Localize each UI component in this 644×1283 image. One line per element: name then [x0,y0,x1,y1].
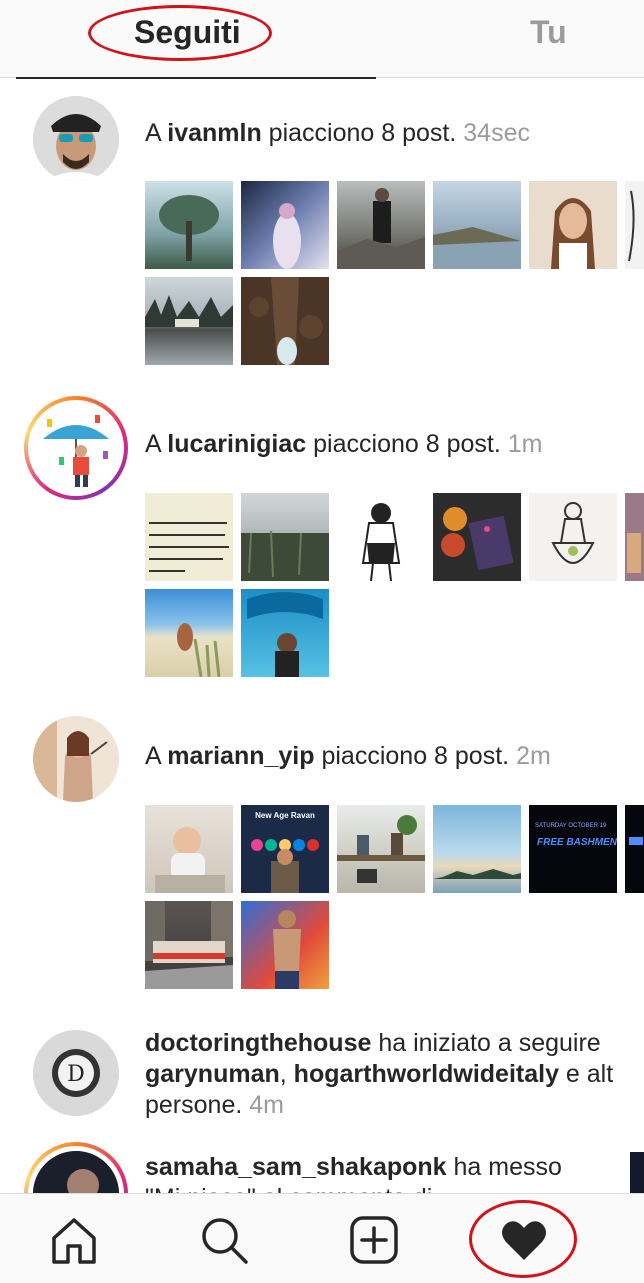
post-thumbnail[interactable] [337,805,425,893]
post-thumbnail[interactable] [145,181,233,269]
post-thumbnail[interactable] [145,589,233,677]
timestamp: 4m [249,1091,284,1119]
nav-home[interactable] [46,1212,102,1268]
liked-posts [145,493,644,677]
post-thumbnail[interactable] [241,901,329,989]
post-thumbnail[interactable] [241,277,329,365]
post-thumbnail[interactable] [241,493,329,581]
avatar[interactable] [33,96,119,182]
post-thumbnail[interactable] [433,805,521,893]
post-thumbnail[interactable] [529,493,617,581]
tab-you[interactable]: Tu [530,14,567,51]
timestamp: 2m [516,742,551,770]
nav-activity[interactable] [496,1212,552,1268]
post-thumbnail[interactable] [625,181,644,269]
story-ring[interactable] [24,1142,128,1193]
activity-text: A ivanmln piacciono 8 post. 34sec [145,119,530,147]
timestamp: 1m [507,430,543,458]
liked-posts [145,181,644,365]
heart-icon [502,1221,546,1260]
avatar[interactable] [33,405,119,491]
timestamp: 34sec [463,119,530,147]
post-thumbnail[interactable] [145,805,233,893]
username-link[interactable]: samaha_sam_shakaponk [145,1153,447,1181]
username-link[interactable]: doctoringthehouse [145,1029,371,1057]
activity-item: A lucarinigiac piacciono 8 post. 1m [0,396,644,686]
activity-text: doctoringthehouse ha iniziato a seguire … [145,1029,614,1119]
tab-following[interactable]: Seguiti [16,0,376,79]
activity-text: A mariann_yip piacciono 8 post. 2m [145,742,551,770]
bottom-tab-bar [0,1193,644,1283]
new-post-icon [350,1216,398,1264]
post-thumbnail[interactable] [145,901,233,989]
post-thumbnail[interactable] [337,493,425,581]
search-icon [202,1218,248,1264]
post-thumbnail[interactable] [529,181,617,269]
username-link[interactable]: hogarthworldwideitaly [294,1060,559,1088]
tab-following-label: Seguiti [134,14,241,50]
username-link[interactable]: mariann_yip [167,742,314,770]
event-date: SATURDAY OCTOBER 19 [535,823,607,829]
activity-text: A lucarinigiac piacciono 8 post. 1m [145,430,543,458]
username-link[interactable]: garynuman [145,1060,280,1088]
activity-item: D doctoringthehouse ha iniziato a seguir… [0,1028,644,1128]
post-thumbnail[interactable] [625,493,644,581]
story-ring[interactable] [24,396,128,500]
activity-item: A ivanmln piacciono 8 post. 34sec [0,96,644,376]
post-thumbnail[interactable] [337,181,425,269]
liked-posts: New Age Ravan SATURDAY OCTOBER 19 FREE B… [145,805,644,989]
activity-text: samaha_sam_shakaponk ha messo "Mi piace"… [145,1153,562,1193]
post-thumbnail[interactable] [630,1152,644,1193]
post-thumbnail[interactable] [433,493,521,581]
post-thumbnail[interactable] [145,493,233,581]
home-icon [52,1218,96,1264]
avatar[interactable]: D [33,1030,119,1116]
nav-search[interactable] [196,1212,252,1268]
username-link[interactable]: ivanmln [167,119,261,147]
username-link[interactable]: lucarinigiac [167,430,306,458]
nav-new-post[interactable] [346,1212,402,1268]
post-thumbnail[interactable] [625,805,644,893]
activity-tabs: Seguiti Tu [0,0,644,79]
activity-item: samaha_sam_shakaponk ha messo "Mi piace"… [0,1140,644,1193]
activity-item: A mariann_yip piacciono 8 post. 2m New A… [0,716,644,996]
post-thumbnail[interactable] [241,181,329,269]
active-tab-indicator [16,77,376,79]
post-thumbnail[interactable] [241,589,329,677]
post-thumbnail[interactable] [145,277,233,365]
post-thumbnail[interactable]: SATURDAY OCTOBER 19 FREE BASHMENT [529,805,617,893]
post-thumbnail[interactable] [433,181,521,269]
svg-text:D: D [67,1062,85,1087]
avatar[interactable] [33,716,119,802]
event-name: FREE BASHMENT [537,837,617,848]
post-thumbnail[interactable]: New Age Ravan [241,805,329,893]
